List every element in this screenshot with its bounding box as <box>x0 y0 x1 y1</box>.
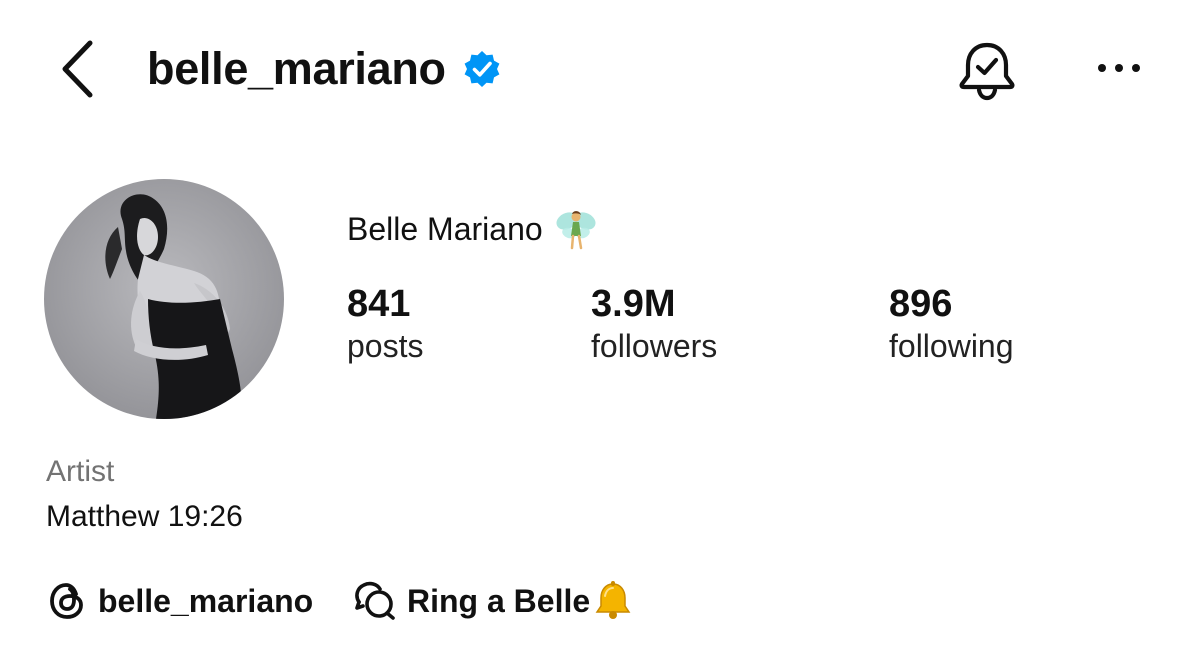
threads-link[interactable]: belle_mariano <box>46 578 313 624</box>
more-horizontal-icon <box>1098 64 1140 72</box>
followers-label: followers <box>591 328 718 364</box>
chat-bubbles-icon <box>353 580 399 622</box>
following-stat[interactable]: 896 following <box>889 282 1014 366</box>
posts-label: posts <box>347 328 424 364</box>
more-options-button[interactable] <box>1092 50 1146 86</box>
bell-emoji-icon <box>592 580 634 622</box>
threads-icon <box>46 580 88 622</box>
header-username: belle_mariano <box>147 40 502 98</box>
back-button[interactable] <box>52 38 102 100</box>
posts-stat[interactable]: 841 posts <box>347 282 423 366</box>
following-label: following <box>889 328 1014 364</box>
fairy-emoji-icon <box>553 206 599 252</box>
bell-check-icon <box>959 42 1015 101</box>
avatar-photo <box>44 179 284 419</box>
broadcast-channel-link[interactable]: Ring a Belle <box>353 578 634 624</box>
display-name-row: Belle Mariano <box>347 204 599 254</box>
profile-bio: Matthew 19:26 <box>46 500 243 533</box>
channel-label: Ring a Belle <box>407 582 591 619</box>
following-count: 896 <box>889 283 953 325</box>
threads-handle: belle_mariano <box>98 582 314 619</box>
followers-count: 3.9M <box>591 283 676 325</box>
posts-count: 841 <box>347 283 411 325</box>
chevron-left-icon <box>62 40 93 98</box>
profile-screen: belle_mariano Belle Mariano 841 posts 3.… <box>0 0 1199 650</box>
username-title: belle_mariano <box>147 43 446 94</box>
verified-badge-icon <box>462 49 502 89</box>
profile-category: Artist <box>46 455 115 488</box>
avatar[interactable] <box>44 179 284 419</box>
notifications-button[interactable] <box>953 38 1021 104</box>
display-name: Belle Mariano <box>347 210 543 247</box>
followers-stat[interactable]: 3.9M followers <box>591 282 717 366</box>
